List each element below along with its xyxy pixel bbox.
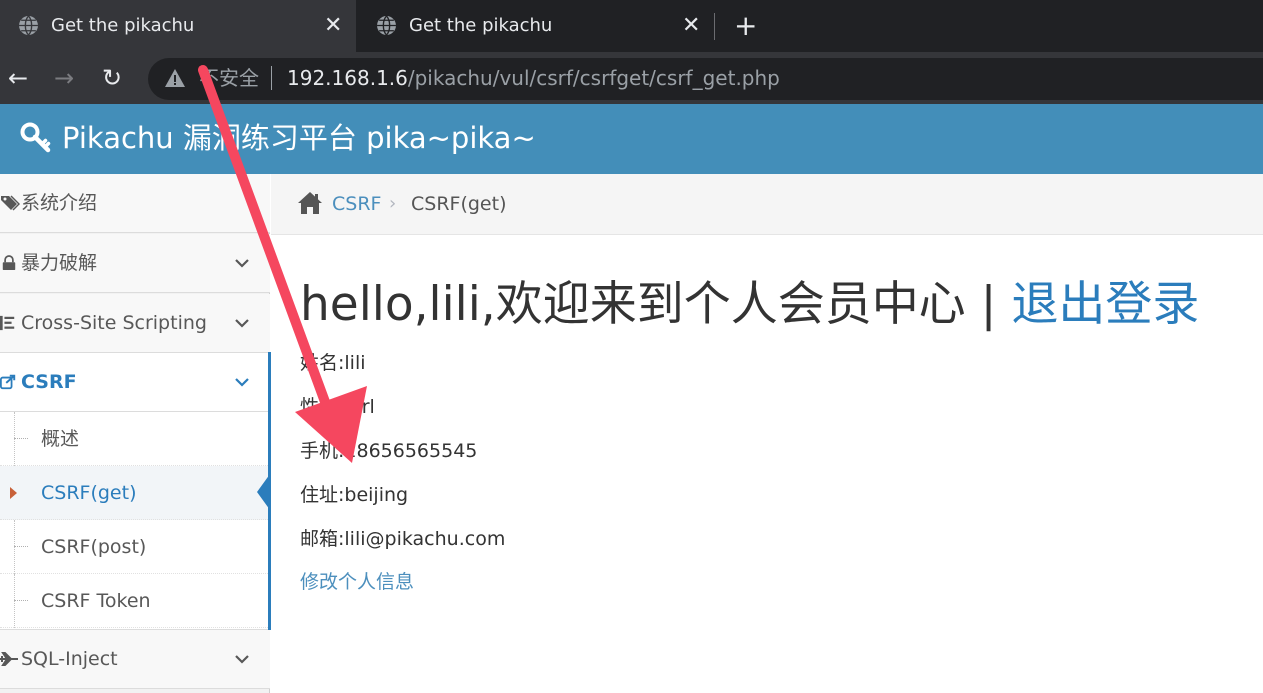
field-value: girl (344, 396, 375, 418)
tree-line (14, 574, 15, 628)
sidebar-item-csrf[interactable]: CSRF (0, 353, 270, 412)
profile-field-gender: 性别:girl (300, 392, 375, 419)
field-label: 手机: (300, 440, 345, 462)
browser-tab-strip: Get the pikachu ✕ Get the pikachu ✕ + (0, 0, 1263, 52)
sidebar-subitem-overview[interactable]: 概述 (0, 412, 268, 466)
security-label[interactable]: 不安全 (199, 52, 259, 104)
sidebar-item-sql-inject[interactable]: SQL-Inject (0, 630, 270, 689)
share-icon (0, 374, 16, 390)
tab-title: Get the pikachu (409, 15, 553, 36)
tree-line (14, 412, 15, 466)
close-icon[interactable]: ✕ (324, 0, 342, 52)
url-path: /pikachu/vul/csrf/csrfget/csrf_get.php (407, 66, 780, 90)
reload-button[interactable]: ↻ (102, 52, 122, 104)
field-value: 18656565545 (344, 440, 478, 462)
tree-branch (14, 600, 28, 601)
tree-line (14, 520, 15, 574)
profile-field-phone: 手机:18656565545 (300, 436, 477, 463)
plane-icon (0, 652, 18, 666)
sidebar-item-label: CSRF (21, 371, 77, 393)
field-label: 邮箱: (300, 528, 345, 550)
chevron-down-icon (235, 319, 249, 328)
close-icon[interactable]: ✕ (682, 0, 700, 52)
logout-link[interactable]: 退出登录 (1011, 277, 1199, 332)
sidebar-item-brute-force[interactable]: 暴力破解 (0, 234, 270, 293)
edit-profile-link[interactable]: 修改个人信息 (300, 567, 414, 594)
sidebar-subitem-label: CSRF(get) (41, 482, 137, 504)
sidebar-subitem-label: CSRF(post) (41, 536, 147, 558)
caret-right-icon (10, 487, 17, 499)
tab-title: Get the pikachu (51, 15, 195, 36)
breadcrumb-separator: › (389, 193, 397, 214)
url-text[interactable]: 192.168.1.6/pikachu/vul/csrf/csrfget/csr… (287, 52, 780, 104)
sidebar-item-intro[interactable]: 系统介绍 (0, 174, 270, 233)
browser-tab[interactable]: Get the pikachu ✕ (358, 0, 714, 52)
field-label: 住址: (300, 484, 345, 506)
field-label: 性别: (300, 396, 345, 418)
page-title: hello,lili,欢迎来到个人会员中心 | 退出登录 (300, 270, 1199, 340)
browser-tab-active[interactable]: Get the pikachu ✕ (0, 0, 356, 52)
tree-branch (14, 546, 28, 547)
profile-field-name: 姓名:lili (300, 348, 366, 375)
globe-icon (377, 15, 396, 36)
key-icon (20, 122, 51, 153)
warning-icon[interactable] (164, 67, 186, 89)
address-divider (271, 66, 272, 90)
field-label: 姓名: (300, 352, 345, 374)
forward-button[interactable]: → (54, 52, 74, 104)
back-button[interactable]: ← (8, 52, 28, 104)
sidebar-item-label: Cross-Site Scripting (21, 312, 207, 334)
breadcrumb-current: CSRF(get) (411, 193, 507, 215)
sidebar-item-label: 暴力破解 (21, 252, 98, 274)
field-value: lili@pikachu.com (344, 528, 506, 550)
chevron-down-icon (235, 259, 249, 268)
csrf-submenu: 概述 CSRF(get) CSRF(post) CSRF Token (0, 412, 270, 630)
sidebar-item-label: SQL-Inject (21, 648, 118, 670)
breadcrumb-link[interactable]: CSRF (332, 174, 381, 234)
tab-divider (714, 13, 715, 40)
new-tab-button[interactable]: + (734, 6, 757, 46)
sidebar-subitem-csrf-token[interactable]: CSRF Token (0, 574, 268, 628)
sidebar-subitem-csrf-post[interactable]: CSRF(post) (0, 520, 268, 574)
profile-field-email: 邮箱:lili@pikachu.com (300, 524, 505, 551)
field-value: lili (344, 352, 366, 374)
url-host: 192.168.1.6 (287, 66, 408, 90)
active-item-pointer (257, 474, 270, 510)
home-icon[interactable] (297, 191, 323, 215)
sidebar-subitem-label: CSRF Token (41, 590, 151, 612)
field-value: beijing (344, 484, 409, 506)
profile-field-address: 住址:beijing (300, 480, 408, 507)
site-title[interactable]: Pikachu 漏洞练习平台 pika~pika~ (62, 104, 536, 172)
sidebar-item-label: 系统介绍 (21, 192, 98, 214)
sidebar-item-xss[interactable]: Cross-Site Scripting (0, 294, 270, 353)
greeting-text: hello,lili,欢迎来到个人会员中心 | (300, 277, 1012, 332)
chevron-down-icon (235, 655, 249, 664)
sidebar-subitem-csrf-get[interactable]: CSRF(get) (0, 466, 268, 520)
sidebar-subitem-label: 概述 (41, 428, 80, 450)
chevron-down-icon (235, 378, 249, 387)
tree-branch (14, 438, 28, 439)
list-icon (0, 315, 15, 331)
lock-icon (2, 255, 16, 270)
tags-icon (1, 195, 20, 211)
globe-icon (19, 15, 38, 36)
